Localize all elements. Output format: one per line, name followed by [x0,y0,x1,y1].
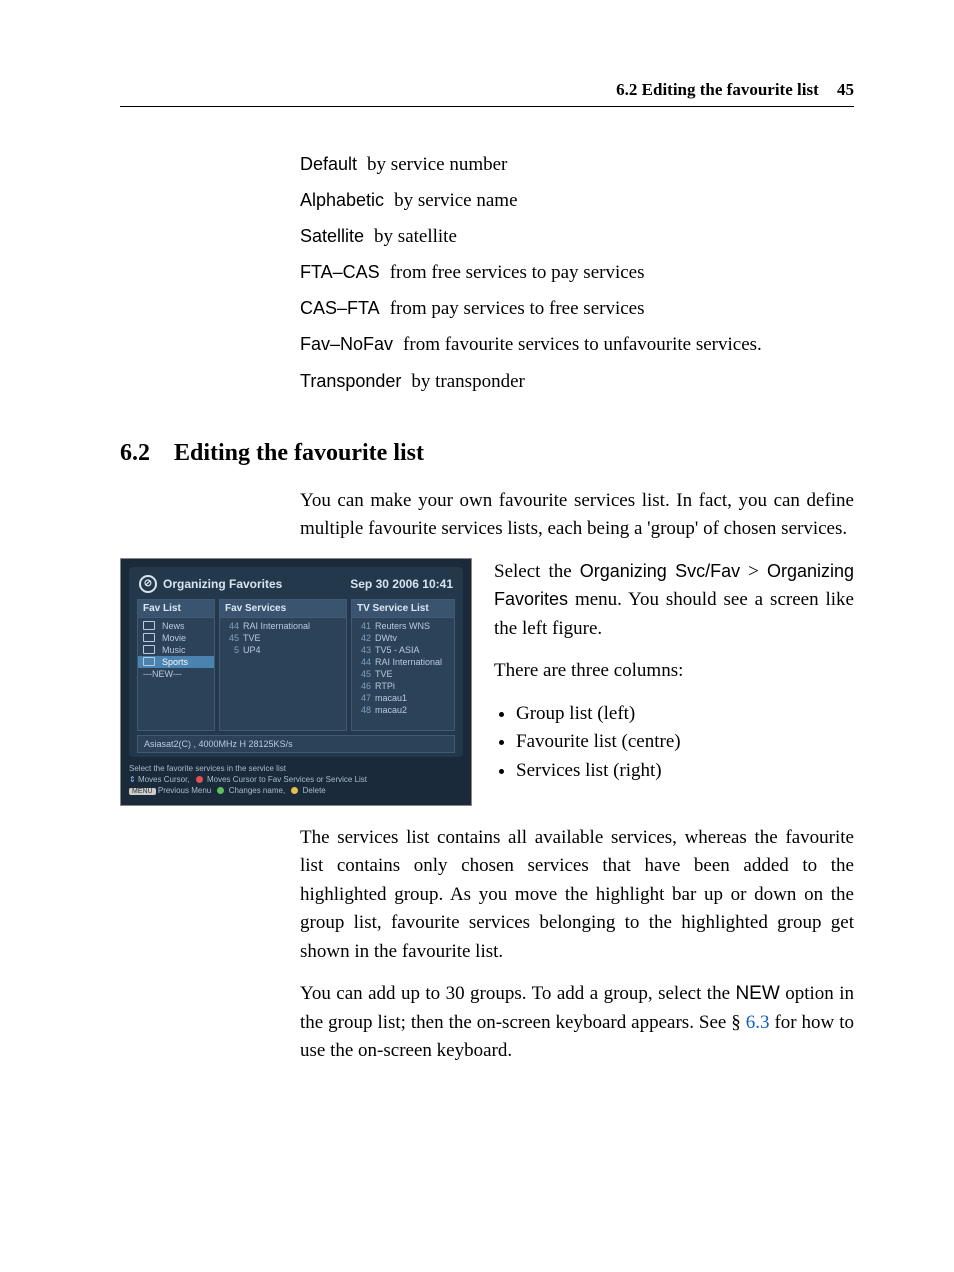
sort-option-row: Fav–NoFav from favourite services to unfa… [300,327,854,363]
sort-term: Default [300,147,357,183]
sort-desc: from favourite services to unfavourite s… [403,327,762,363]
sort-option-row: Default by service number [300,147,854,183]
sort-term: CAS–FTA [300,291,380,327]
tv-service-item[interactable]: 46RTPi [352,680,454,692]
para-services-list: The services list contains all available… [300,824,854,967]
tv-service-list-header: TV Service List [352,600,454,618]
para-add-groups: You can add up to 30 groups. To add a gr… [300,980,854,1066]
menu-path-1: Organizing Svc/Fav [580,561,740,581]
tv-icon [143,633,155,642]
hint-line-3: MENU Previous Menu Changes name, Delete [129,785,463,797]
sort-term: Alphabetic [300,183,384,219]
bullet-item: Services list (right) [516,757,854,786]
fav-service-item[interactable]: 45TVE [220,632,346,644]
page: 6.2 Editing the favourite list 45 Defaul… [0,0,954,1272]
fav-list-item[interactable]: Sports [138,656,214,668]
fav-services-header: Fav Services [220,600,346,618]
screenshot-status-bar: Asiasat2(C) , 4000MHz H 28125KS/s [137,735,455,753]
fav-list-header: Fav List [138,600,214,618]
tv-service-item[interactable]: 47macau1 [352,692,454,704]
intro-paragraph: You can make your own favourite services… [300,487,854,544]
sort-option-row: CAS–FTA from pay services to free service… [300,291,854,327]
side-para-1: Select the Organizing Svc/Fav > Organizi… [494,558,854,644]
fav-list-item[interactable]: Movie [138,632,214,644]
sort-term: Fav–NoFav [300,327,393,363]
sort-option-row: Satellite by satellite [300,219,854,255]
sort-desc: by service number [367,147,507,183]
sort-option-row: Alphabetic by service name [300,183,854,219]
tv-service-item[interactable]: 42DWtv [352,632,454,644]
screenshot-hints: Select the favorite services in the serv… [129,763,463,797]
tv-icon [143,621,155,630]
yellow-dot-icon [291,787,298,794]
sort-term: Satellite [300,219,364,255]
screenshot-titlebar: ⊘ Organizing Favorites Sep 30 2006 10:41 [137,573,455,599]
column-bullet-list: Group list (left)Favourite list (centre)… [494,700,854,786]
section-ref-link[interactable]: 6.3 [746,1012,770,1033]
fav-service-item[interactable]: 44RAI International [220,620,346,632]
fav-service-item[interactable]: 5UP4 [220,644,346,656]
bullet-item: Favourite list (centre) [516,728,854,757]
tv-service-item[interactable]: 45TVE [352,668,454,680]
fav-list-column: Fav List NewsMovieMusicSports---NEW--- [137,599,215,731]
fav-list-item[interactable]: News [138,620,214,632]
section-number: 6.2 [120,440,150,466]
hint-line-1: Select the favorite services in the serv… [129,763,463,774]
red-dot-icon [196,776,203,783]
section-title: Editing the favourite list [174,440,424,466]
green-dot-icon [217,787,224,794]
new-option-label: NEW [735,983,779,1004]
fav-services-column: Fav Services 44RAI International45TVE5UP… [219,599,347,731]
page-number: 45 [837,80,854,99]
sort-term: Transponder [300,364,401,400]
fav-list-item[interactable]: Music [138,644,214,656]
screenshot-title: Organizing Favorites [163,577,282,591]
side-text: Select the Organizing Svc/Fav > Organizi… [494,558,854,786]
figure-and-text: ⊘ Organizing Favorites Sep 30 2006 10:41… [120,558,854,806]
screenshot-timestamp: Sep 30 2006 10:41 [350,577,453,591]
section-heading: 6.2 Editing the favourite list [120,440,854,467]
screenshot-organizing-favorites: ⊘ Organizing Favorites Sep 30 2006 10:41… [120,558,472,806]
fav-list-item[interactable]: ---NEW--- [138,668,214,680]
sort-option-row: Transponder by transponder [300,364,854,400]
tv-service-item[interactable]: 43TV5 - ASIA [352,644,454,656]
side-para-2: There are three columns: [494,657,854,686]
sort-term: FTA–CAS [300,255,380,291]
running-header: 6.2 Editing the favourite list 45 [120,80,854,107]
running-title: 6.2 Editing the favourite list [616,80,819,99]
sort-desc: by service name [394,183,517,219]
sort-options-list: Default by service numberAlphabetic by ser… [300,147,854,400]
sort-desc: from pay services to free services [390,291,645,327]
tv-service-list-column: TV Service List 41Reuters WNS42DWtv43TV5… [351,599,455,731]
sort-option-row: FTA–CAS from free services to pay service… [300,255,854,291]
sort-desc: by transponder [411,364,524,400]
sort-desc: from free services to pay services [390,255,645,291]
tv-service-item[interactable]: 41Reuters WNS [352,620,454,632]
tv-icon [143,657,155,666]
tv-service-item[interactable]: 44RAI International [352,656,454,668]
tv-service-item[interactable]: 48macau2 [352,704,454,716]
sort-desc: by satellite [374,219,457,255]
bullet-item: Group list (left) [516,700,854,729]
stop-icon: ⊘ [139,575,157,593]
hint-line-2: ⇕ Moves Cursor, Moves Cursor to Fav Serv… [129,774,463,785]
tv-icon [143,645,155,654]
